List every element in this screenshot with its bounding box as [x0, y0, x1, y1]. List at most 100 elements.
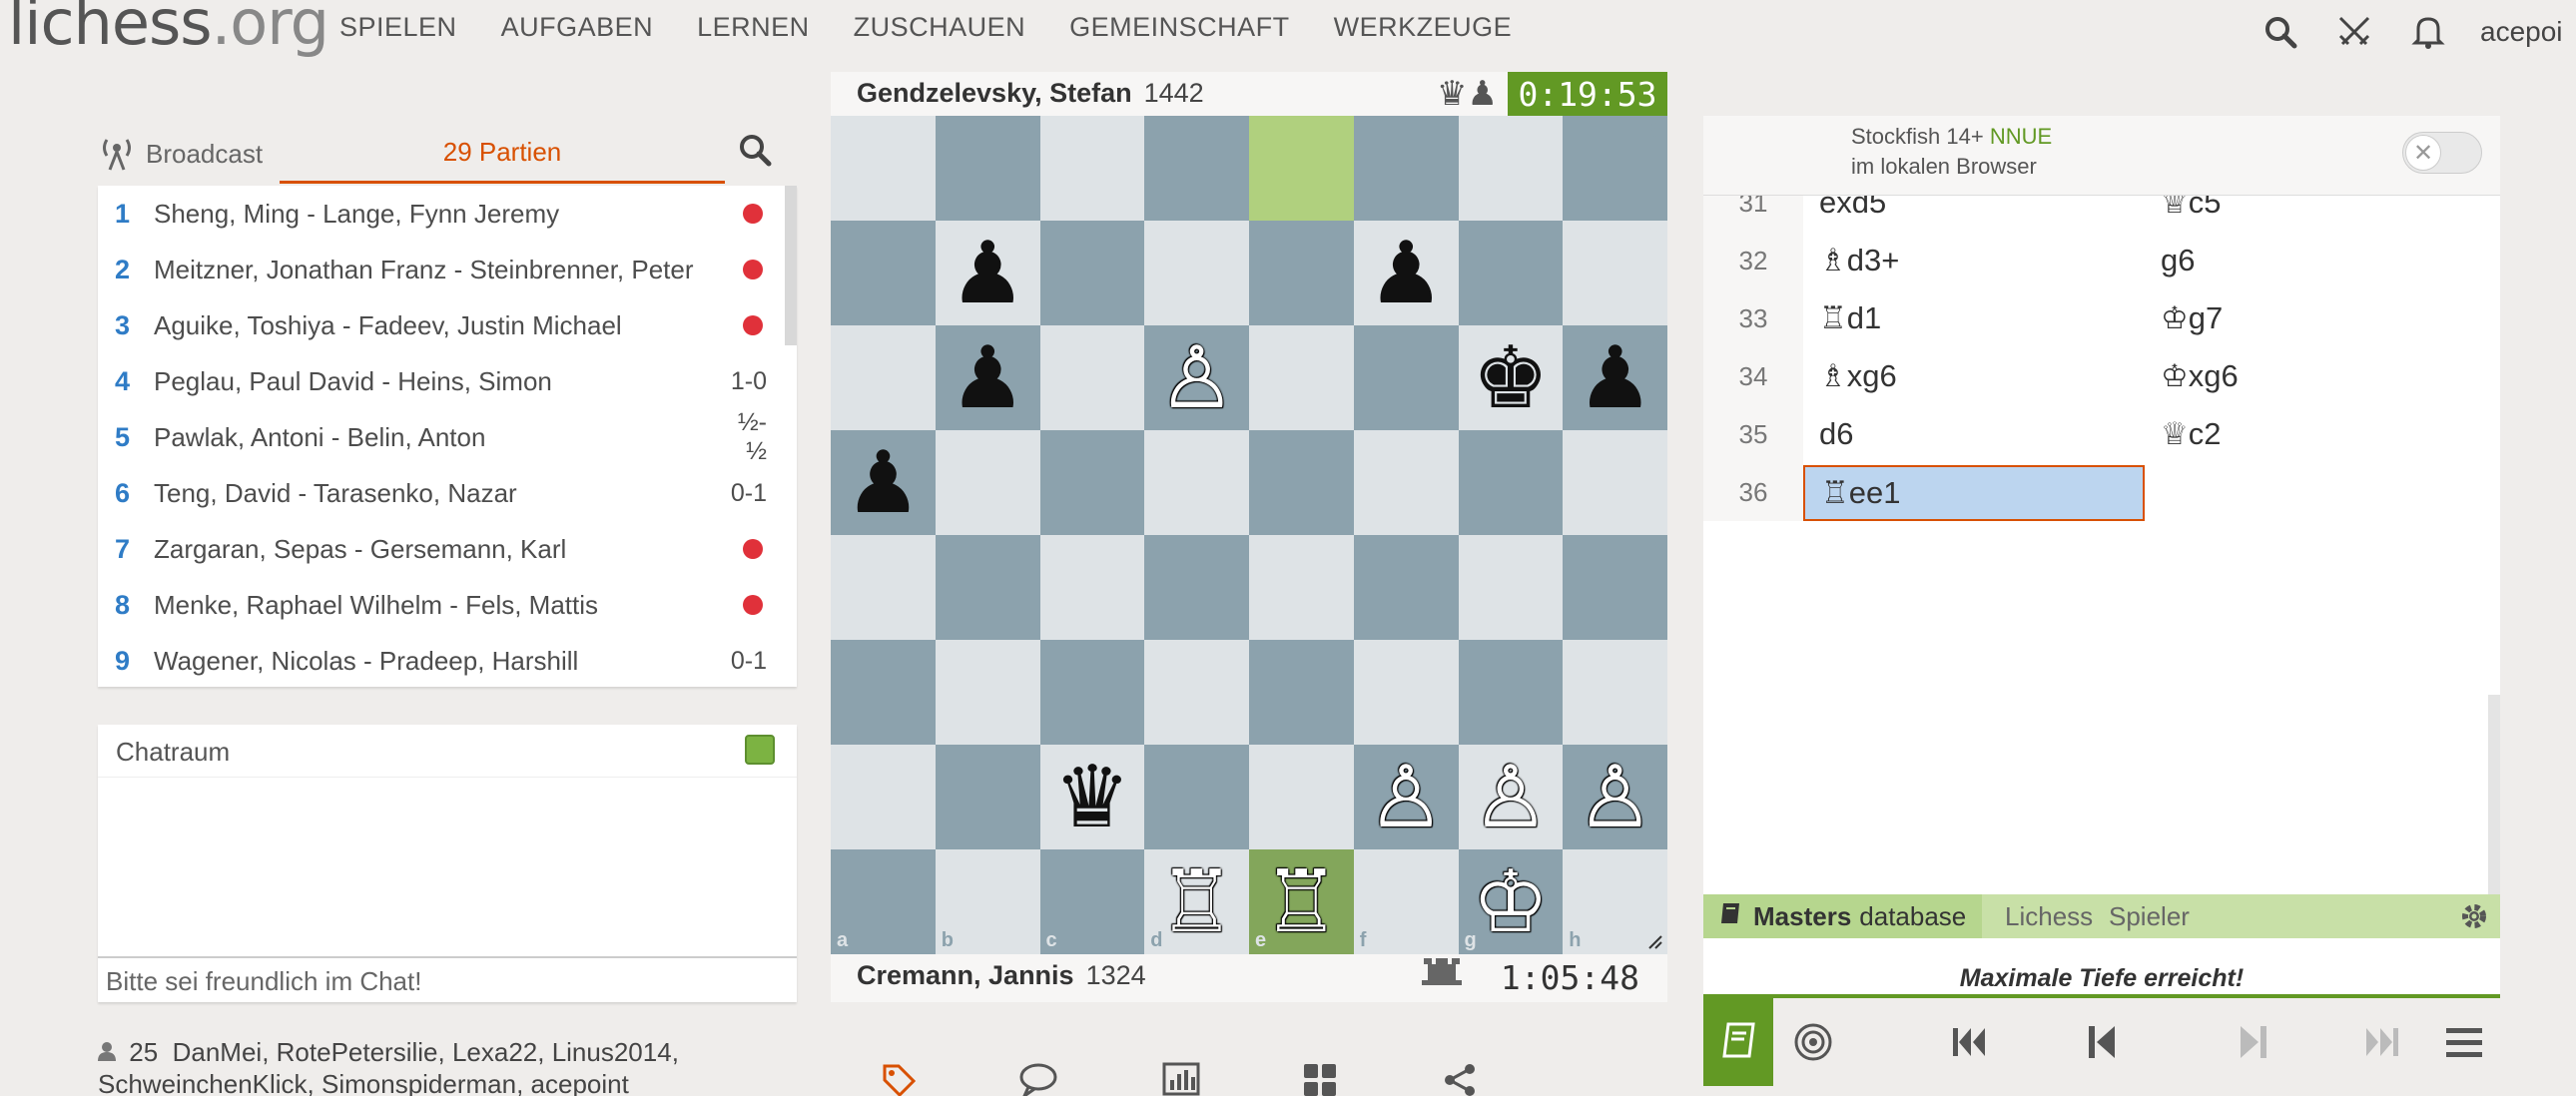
square-b4[interactable]: [935, 535, 1040, 640]
nav-item-gemeinschaft[interactable]: GEMEINSCHAFT: [1069, 12, 1290, 43]
square-a2[interactable]: [831, 745, 936, 849]
chat-bubble-icon[interactable]: [1018, 1062, 1062, 1096]
piece-c2[interactable]: ♛: [1040, 745, 1145, 849]
piece-a5[interactable]: ♟: [831, 430, 936, 535]
tab-lichess[interactable]: Lichess: [2005, 894, 2093, 938]
piece-d6[interactable]: ♙: [1144, 325, 1249, 430]
square-b3[interactable]: [935, 640, 1040, 745]
square-e8[interactable]: [1249, 116, 1354, 221]
move-black[interactable]: [2145, 463, 2482, 521]
nav-item-zuschauen[interactable]: ZUSCHAUEN: [854, 12, 1026, 43]
nav-item-werkzeuge[interactable]: WERKZEUGE: [1334, 12, 1513, 43]
move-black[interactable]: ♔xg6: [2145, 347, 2482, 405]
move-white[interactable]: exd5: [1803, 196, 2145, 232]
square-b2[interactable]: [935, 745, 1040, 849]
broadcast-tab[interactable]: Broadcast: [98, 130, 263, 178]
game-row[interactable]: 2 Meitzner, Jonathan Franz - Steinbrenner…: [98, 242, 797, 297]
scrollbar[interactable]: [2488, 695, 2500, 894]
square-a6[interactable]: [831, 325, 936, 430]
chat-toggle[interactable]: [745, 735, 775, 765]
piece-b6[interactable]: ♟: [936, 325, 1040, 430]
square-c4[interactable]: [1039, 535, 1145, 640]
bottom-player[interactable]: Cremann, Jannis 1324: [857, 960, 1146, 991]
square-e7[interactable]: [1249, 221, 1354, 325]
game-row[interactable]: 5 Pawlak, Antoni - Belin, Anton ½-½: [98, 408, 797, 465]
chart-icon[interactable]: [1162, 1062, 1206, 1096]
square-e6[interactable]: [1249, 325, 1354, 430]
search-icon[interactable]: [2258, 10, 2302, 54]
square-e3[interactable]: [1249, 640, 1354, 745]
gear-icon[interactable]: [2458, 900, 2490, 940]
square-b8[interactable]: [935, 116, 1040, 221]
piece-g6[interactable]: ♚: [1459, 325, 1564, 430]
search-icon[interactable]: [737, 132, 777, 172]
piece-f2[interactable]: ♙: [1354, 745, 1459, 849]
square-e5[interactable]: [1249, 430, 1354, 535]
chess-board[interactable]: ♟ ♟ ♟ ♙ ♚ ♟ ♟ ♛ ♙ ♙ ♙ ♖ ♖ ♔ 8 7 6 5 4 3 2 1 a b c d e f g h: [831, 116, 1667, 954]
share-icon[interactable]: [1442, 1062, 1486, 1096]
practice-target-icon[interactable]: [1787, 1016, 1839, 1068]
square-f8[interactable]: [1353, 116, 1459, 221]
square-f5[interactable]: [1353, 430, 1459, 535]
move-white[interactable]: ♖ee1: [1803, 465, 2145, 521]
square-g3[interactable]: [1458, 640, 1564, 745]
game-row[interactable]: 4 Peglau, Paul David - Heins, Simon 1-0: [98, 353, 797, 409]
opening-book-button[interactable]: [1703, 998, 1773, 1086]
chat-input[interactable]: Bitte sei freundlich im Chat!: [98, 956, 797, 1002]
engine-toggle[interactable]: ✕: [2402, 132, 2482, 174]
square-a7[interactable]: [831, 221, 936, 325]
move-white[interactable]: ♗xg6: [1803, 347, 2145, 405]
game-row[interactable]: 3 Aguike, Toshiya - Fadeev, Justin Michae…: [98, 297, 797, 353]
notification-bell-icon[interactable]: [2406, 10, 2450, 54]
game-row[interactable]: 6 Teng, David - Tarasenko, Nazar 0-1: [98, 465, 797, 521]
move-black[interactable]: g6: [2145, 232, 2482, 289]
tab-masters-database[interactable]: Masters database: [1703, 894, 1983, 938]
games-tab[interactable]: 29 Partien: [280, 132, 725, 184]
move-black[interactable]: ♕c5: [2145, 196, 2482, 232]
game-row[interactable]: 7 Zargaran, Sepas - Gersemann, Karl: [98, 521, 797, 577]
square-d5[interactable]: [1144, 430, 1249, 535]
square-d8[interactable]: [1144, 116, 1249, 221]
grid-icon[interactable]: [1302, 1062, 1346, 1096]
piece-g2[interactable]: ♙: [1459, 745, 1564, 849]
move-black[interactable]: ♕c2: [2145, 405, 2482, 463]
square-f3[interactable]: [1353, 640, 1459, 745]
square-d2[interactable]: [1144, 745, 1249, 849]
square-d3[interactable]: [1144, 640, 1249, 745]
square-g7[interactable]: [1458, 221, 1564, 325]
square-c8[interactable]: [1039, 116, 1145, 221]
square-d7[interactable]: [1144, 221, 1249, 325]
game-row[interactable]: 9 Wagener, Nicolas - Pradeep, Harshill 0-1: [98, 633, 797, 687]
square-g8[interactable]: [1458, 116, 1564, 221]
tag-icon[interactable]: [881, 1062, 925, 1096]
user-menu[interactable]: acepoi: [2480, 16, 2576, 48]
next-move-icon[interactable]: [2229, 1016, 2280, 1068]
nav-item-lernen[interactable]: LERNEN: [697, 12, 810, 43]
site-logo[interactable]: lichess.org: [8, 0, 329, 59]
resize-handle-icon[interactable]: [1647, 934, 1663, 950]
top-player[interactable]: Gendzelevsky, Stefan 1442: [857, 78, 1204, 109]
first-move-icon[interactable]: [1943, 1016, 1995, 1068]
nav-item-aufgaben[interactable]: AUFGABEN: [501, 12, 654, 43]
square-c5[interactable]: [1039, 430, 1145, 535]
move-white[interactable]: ♗d3+: [1803, 232, 2145, 289]
move-white[interactable]: ♖d1: [1803, 289, 2145, 347]
square-e2[interactable]: [1249, 745, 1354, 849]
square-c3[interactable]: [1039, 640, 1145, 745]
square-a8[interactable]: [831, 116, 936, 221]
square-d4[interactable]: [1144, 535, 1249, 640]
square-a3[interactable]: [831, 640, 936, 745]
move-black[interactable]: ♔g7: [2145, 289, 2482, 347]
square-c7[interactable]: [1039, 221, 1145, 325]
square-f6[interactable]: [1353, 325, 1459, 430]
previous-move-icon[interactable]: [2075, 1016, 2127, 1068]
piece-b7[interactable]: ♟: [936, 221, 1040, 325]
square-f1[interactable]: [1353, 849, 1459, 954]
square-g5[interactable]: [1458, 430, 1564, 535]
square-c6[interactable]: [1039, 325, 1145, 430]
square-b5[interactable]: [935, 430, 1040, 535]
move-white[interactable]: d6: [1803, 405, 2145, 463]
game-row[interactable]: 8 Menke, Raphael Wilhelm - Fels, Mattis: [98, 577, 797, 633]
square-f4[interactable]: [1353, 535, 1459, 640]
challenge-swords-icon[interactable]: [2332, 10, 2376, 54]
